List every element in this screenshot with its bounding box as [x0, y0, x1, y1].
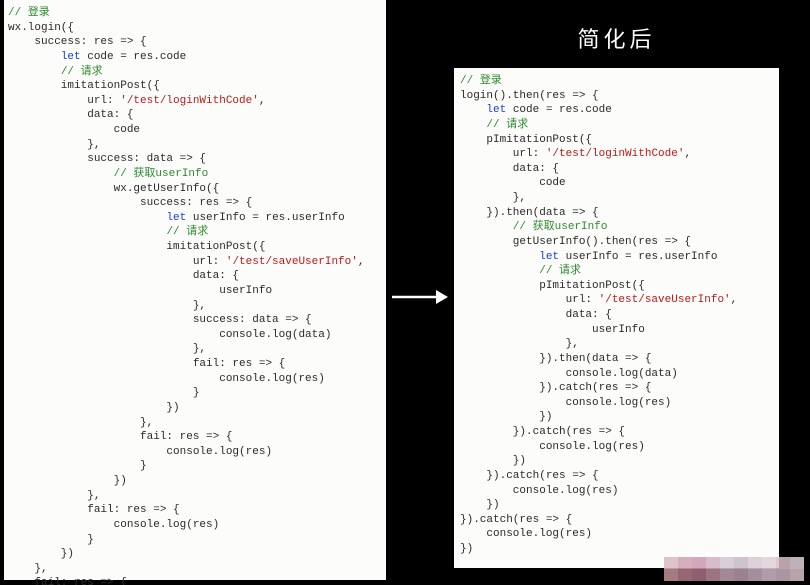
after-code: // 登录 login().then(res => { let code = r… [460, 74, 773, 557]
before-code-panel: // 登录 wx.login({ success: res => { let c… [4, 0, 386, 580]
after-code-panel: // 登录 login().then(res => { let code = r… [454, 68, 779, 568]
after-title: 简化后 [454, 22, 779, 54]
censor-blur [664, 557, 804, 581]
before-code: // 登录 wx.login({ success: res => { let c… [8, 6, 382, 585]
arrow-icon [390, 286, 448, 308]
comparison-stage: // 登录 wx.login({ success: res => { let c… [0, 0, 810, 585]
